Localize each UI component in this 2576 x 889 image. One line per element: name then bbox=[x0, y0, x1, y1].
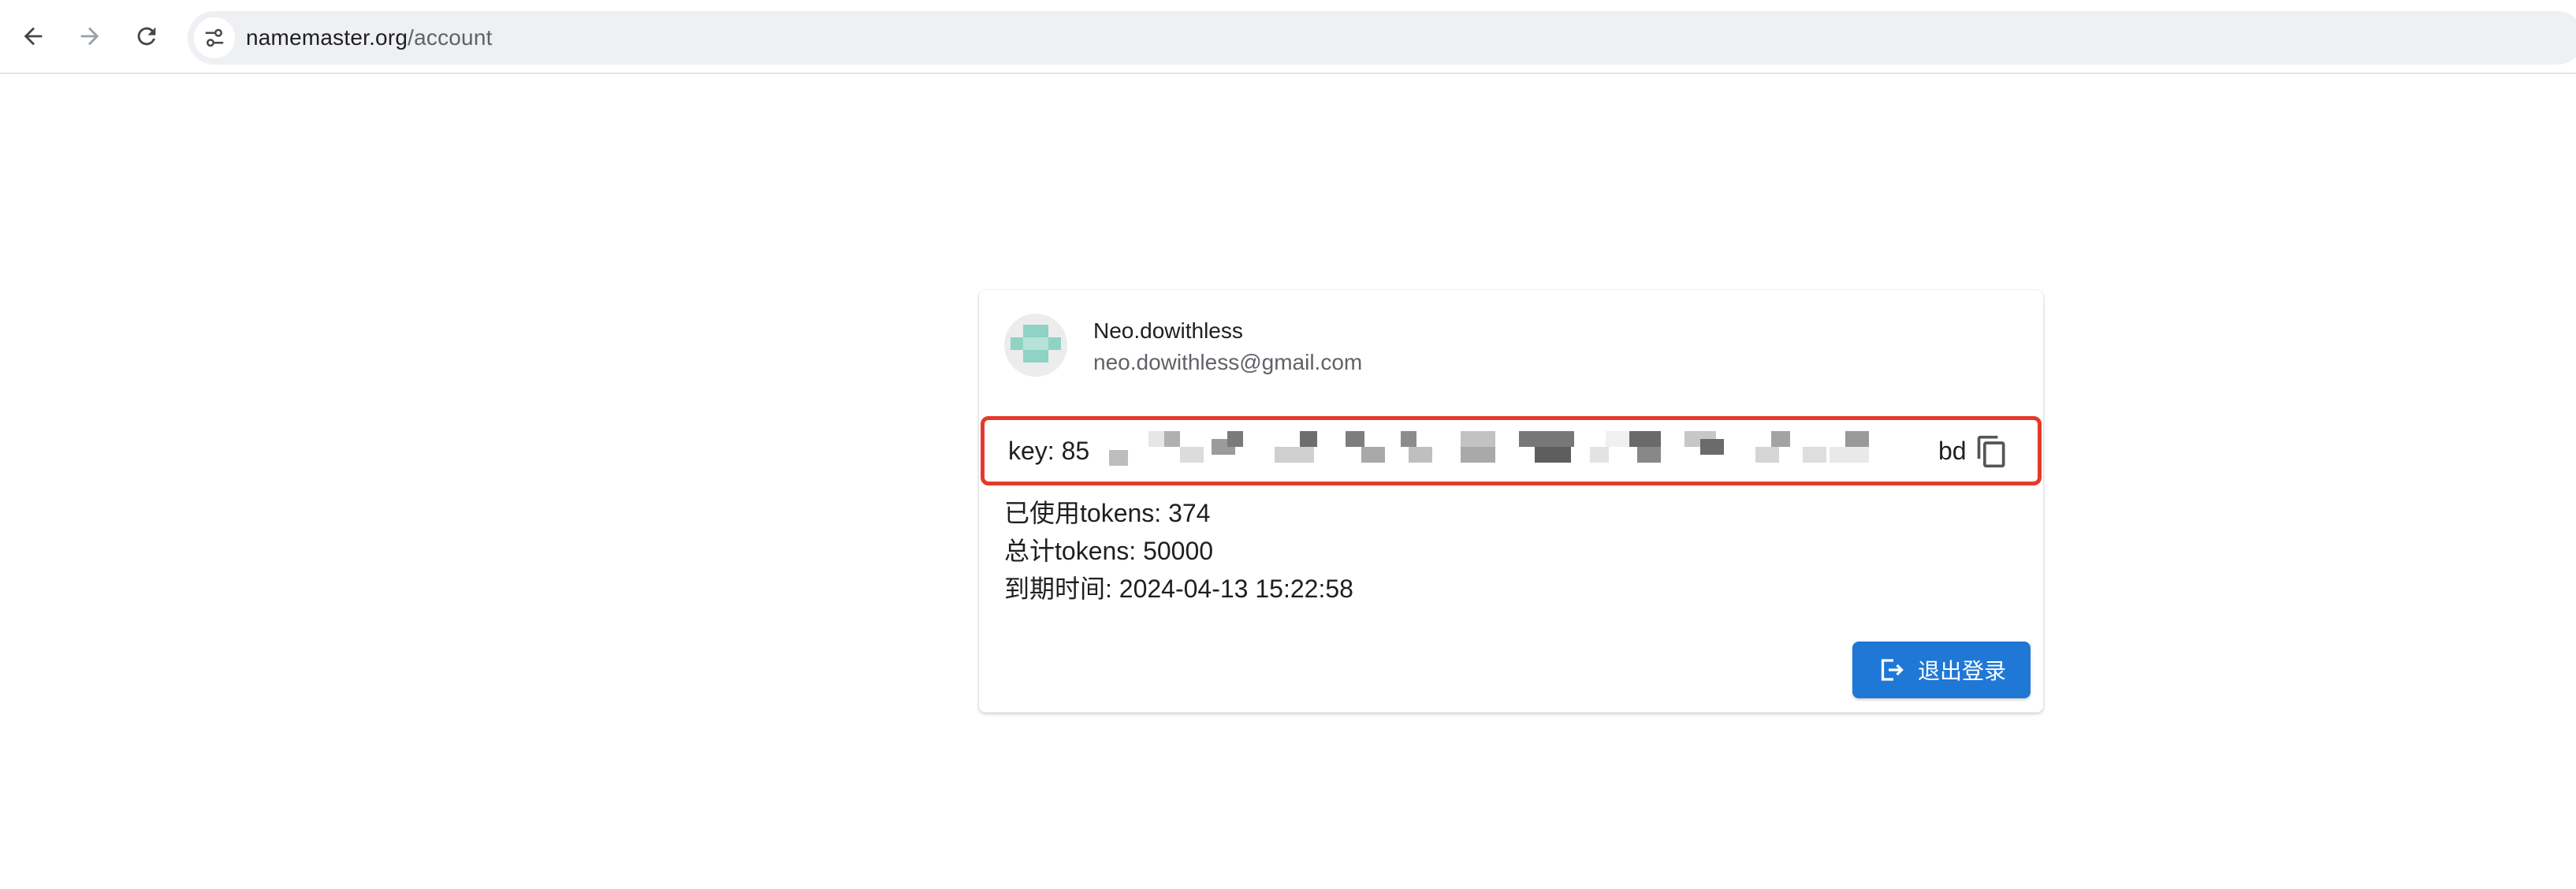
user-email: neo.dowithless@gmail.com bbox=[1093, 350, 1363, 374]
logout-button[interactable]: 退出登录 bbox=[1852, 642, 2031, 698]
avatar bbox=[1004, 314, 1067, 377]
api-key-row: key: 85 bd bbox=[981, 416, 2042, 485]
back-button[interactable] bbox=[14, 17, 52, 55]
browser-toolbar: namemaster.org/account bbox=[0, 0, 2576, 74]
url-path: /account bbox=[408, 25, 493, 50]
url-domain: namemaster.org bbox=[246, 25, 408, 50]
logout-label: 退出登录 bbox=[1917, 659, 2006, 683]
logout-icon bbox=[1881, 659, 1904, 681]
url-text: namemaster.org/account bbox=[246, 11, 493, 65]
forward-button[interactable] bbox=[71, 17, 109, 55]
api-key-suffix: bd bbox=[1938, 437, 1967, 465]
back-arrow-icon bbox=[24, 27, 43, 46]
tokens-total: 总计tokens: 50000 bbox=[1004, 537, 1214, 565]
expiry-time: 到期时间: 2024-04-13 15:22:58 bbox=[1004, 575, 1353, 603]
account-card: Neo.dowithless neo.dowithless@gmail.com … bbox=[979, 290, 2043, 712]
tune-icon bbox=[205, 28, 224, 47]
tokens-used: 已使用tokens: 374 bbox=[1004, 499, 1211, 527]
api-key-redacted bbox=[1085, 431, 1937, 474]
forward-arrow-icon bbox=[80, 27, 99, 46]
reload-button[interactable] bbox=[128, 17, 166, 55]
user-name: Neo.dowithless bbox=[1093, 318, 1243, 343]
reload-icon bbox=[137, 27, 156, 46]
site-info-button[interactable] bbox=[194, 17, 235, 58]
copy-key-button[interactable] bbox=[1971, 431, 2012, 472]
copy-icon bbox=[1977, 435, 2005, 468]
api-key-label: key: 85 bbox=[1008, 437, 1090, 465]
address-bar[interactable]: namemaster.org/account bbox=[188, 11, 2576, 65]
